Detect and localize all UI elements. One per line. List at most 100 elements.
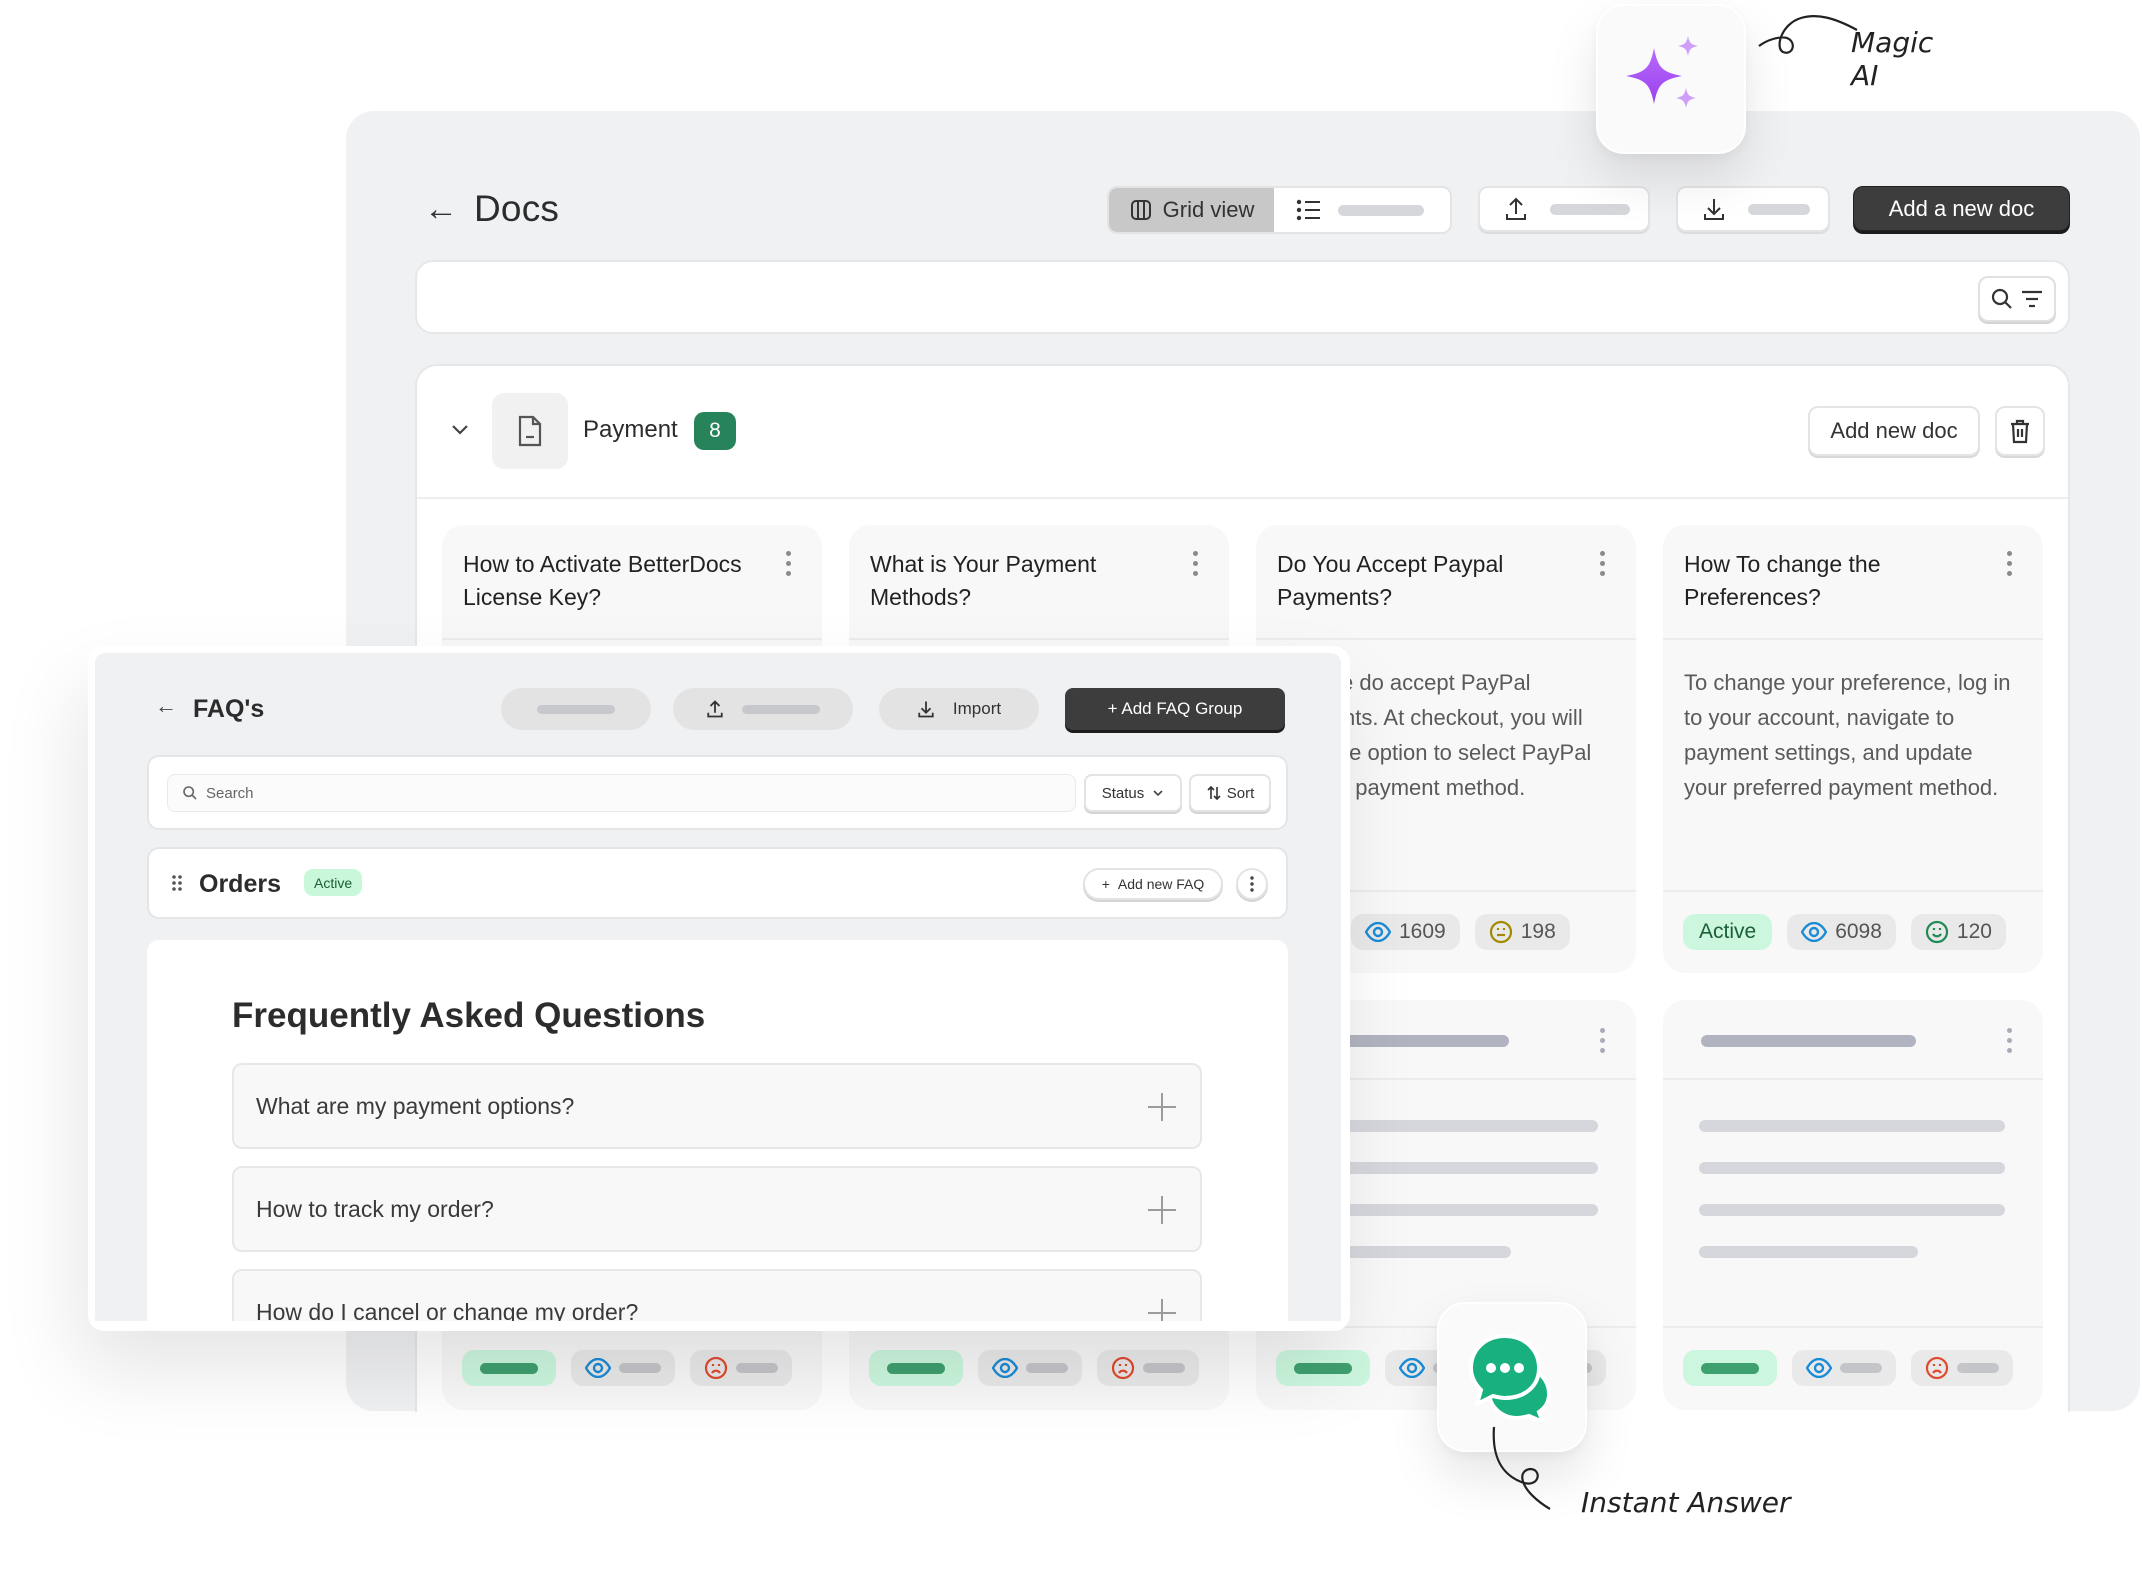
add-faq-group-button[interactable]: + Add FAQ Group: [1065, 688, 1285, 730]
faq-preview-heading: Frequently Asked Questions: [232, 996, 706, 1035]
category-header: Payment 8 Add new doc: [417, 366, 2068, 499]
faq-search-input[interactable]: Search: [167, 774, 1076, 812]
faq-panel: ← FAQ's Import + Add FAQ Group Search St…: [95, 653, 1341, 1321]
page-title: Docs: [474, 188, 560, 229]
sad-face-icon: [1111, 1356, 1135, 1380]
status-badge: [869, 1350, 963, 1386]
views-count: 1609: [1351, 914, 1460, 950]
add-new-faq-label: Add new FAQ: [1117, 876, 1205, 892]
status-badge: Active: [304, 869, 363, 896]
skeleton-doc-card: [1663, 1000, 2043, 1410]
doc-card-title[interactable]: How to Activate BetterDocs License Key?: [463, 551, 742, 610]
doc-card-title[interactable]: Do You Accept Paypal Payments?: [1277, 551, 1503, 610]
instant-answer-label: Instant Answer: [1581, 1486, 1791, 1519]
faq-import-button[interactable]: Import: [879, 688, 1039, 730]
grid-view-button[interactable]: Grid view: [1109, 188, 1274, 232]
back-arrow-icon[interactable]: ←: [155, 693, 177, 719]
placeholder-bar: [1143, 1363, 1185, 1373]
placeholder-bar: [480, 1362, 538, 1374]
faq-view-button[interactable]: [501, 688, 651, 730]
kebab-icon[interactable]: [2007, 1028, 2013, 1053]
chevron-down-icon[interactable]: [449, 418, 471, 445]
placeholder-bar: [1748, 203, 1810, 215]
views-icon: [1801, 922, 1828, 942]
faq-accordion-item[interactable]: How do I cancel or change my order?: [232, 1269, 1202, 1321]
sort-button[interactable]: Sort: [1189, 774, 1271, 812]
reactions-value: 120: [1956, 920, 1992, 943]
doc-card[interactable]: How To change the Preferences? To change…: [1663, 525, 2043, 973]
back-arrow-icon[interactable]: ←: [424, 192, 458, 226]
more-options-button[interactable]: [1236, 868, 1268, 900]
search-icon: [1991, 288, 2012, 309]
search-icon: [183, 786, 197, 800]
expand-plus-icon[interactable]: [1148, 1093, 1176, 1121]
faq-export-button[interactable]: [673, 688, 853, 730]
category-name: Payment: [583, 416, 678, 443]
kebab-icon[interactable]: [1193, 551, 1199, 576]
trash-icon: [2011, 419, 2029, 444]
status-select[interactable]: Status: [1084, 774, 1182, 812]
skeleton-line: [1699, 1246, 1918, 1258]
doc-card-excerpt: To change your preference, log in to you…: [1663, 640, 2043, 892]
views-count: [978, 1350, 1082, 1386]
add-doc-to-category-button[interactable]: Add new doc: [1808, 406, 1980, 456]
status-badge: [462, 1350, 556, 1386]
status-badge: [1276, 1350, 1370, 1386]
faq-accordion-item[interactable]: How to track my order?: [232, 1166, 1202, 1252]
faq-question: How to track my order?: [256, 1195, 494, 1222]
skeleton-card-body: [1663, 1080, 2043, 1328]
kebab-icon[interactable]: [1600, 1028, 1606, 1053]
sort-label: Sort: [1226, 784, 1255, 802]
document-icon: [492, 393, 568, 469]
doc-card-header: How to Activate BetterDocs License Key?: [442, 525, 822, 640]
views-icon: [992, 1358, 1018, 1378]
expand-plus-icon[interactable]: [1148, 1196, 1176, 1224]
doc-card-title[interactable]: How To change the Preferences?: [1684, 551, 1881, 610]
chevron-down-icon: [1153, 790, 1163, 797]
download-icon: [1704, 199, 1724, 220]
add-new-doc-button[interactable]: Add a new doc: [1853, 186, 2070, 231]
export-button[interactable]: [1478, 186, 1650, 232]
kebab-icon[interactable]: [786, 551, 792, 576]
placeholder-bar: [1840, 1363, 1882, 1373]
placeholder-bar: [1026, 1363, 1068, 1373]
sparkles-icon: [1626, 36, 1698, 108]
doc-card-title[interactable]: What is Your Payment Methods?: [870, 551, 1096, 610]
expand-plus-icon[interactable]: [1148, 1299, 1176, 1321]
kebab-icon[interactable]: [1600, 551, 1606, 576]
drag-handle-icon[interactable]: [171, 874, 183, 897]
faq-accordion-item[interactable]: What are my payment options?: [232, 1063, 1202, 1149]
skeleton-title-bar: [1701, 1035, 1916, 1047]
reactions-count: [690, 1350, 792, 1386]
placeholder-bar: [742, 704, 820, 714]
views-icon: [1806, 1358, 1832, 1378]
reactions-count: 120: [1910, 914, 2006, 950]
import-button[interactable]: [1676, 186, 1830, 232]
docs-search-bar[interactable]: [415, 260, 2070, 334]
sad-face-icon: [1925, 1356, 1949, 1380]
search-filter-button[interactable]: [1978, 276, 2056, 322]
skeleton-card-footer: [442, 1328, 822, 1408]
add-new-faq-button[interactable]: + Add new FAQ: [1083, 868, 1223, 900]
kebab-icon[interactable]: [2007, 551, 2013, 576]
skeleton-line: [1699, 1120, 2005, 1132]
skeleton-card-header: [1663, 1000, 2043, 1080]
reactions-value: 198: [1520, 920, 1556, 943]
views-icon: [585, 1358, 611, 1378]
skeleton-line: [1699, 1204, 2005, 1216]
faq-group-card: Orders Active + Add new FAQ: [147, 847, 1288, 919]
views-value: 1609: [1399, 920, 1446, 943]
upload-icon: [1506, 197, 1526, 220]
placeholder-bar: [1338, 204, 1424, 216]
faq-question: How do I cancel or change my order?: [256, 1298, 639, 1322]
grid-view-label: Grid view: [1162, 197, 1255, 222]
placeholder-bar: [736, 1363, 778, 1373]
download-icon: [918, 701, 934, 718]
status-badge: Active: [1683, 914, 1773, 950]
faq-preview: Frequently Asked Questions What are my p…: [147, 940, 1288, 1321]
doc-card-footer: Active 6098 120: [1663, 892, 2043, 972]
faq-title: FAQ's: [193, 695, 265, 723]
delete-category-button[interactable]: [1995, 406, 2045, 456]
magic-ai-tile[interactable]: [1596, 4, 1746, 154]
list-view-button[interactable]: [1274, 188, 1450, 232]
